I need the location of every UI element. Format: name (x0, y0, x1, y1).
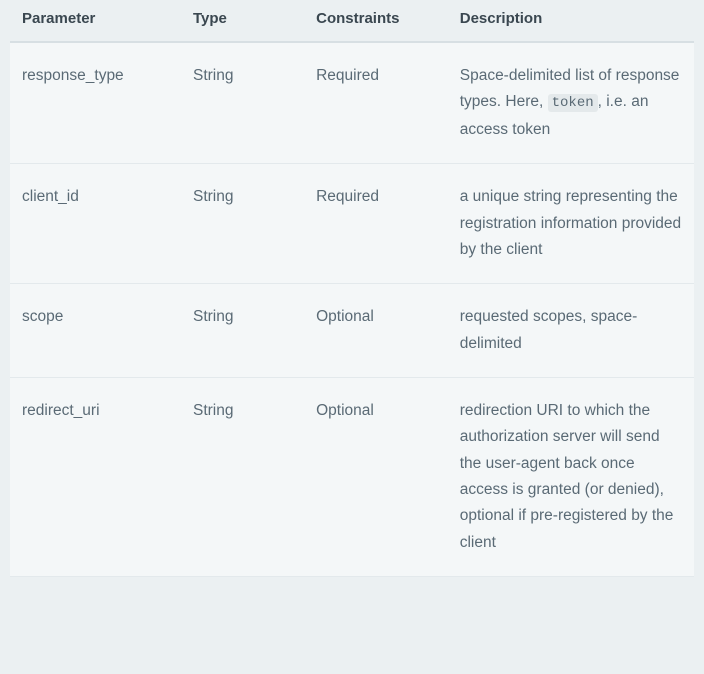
table-row: response_type String Required Space-deli… (10, 42, 694, 164)
cell-constraints: Optional (304, 284, 448, 378)
cell-description: Space-delimited list of response types. … (448, 42, 694, 164)
col-header-description: Description (448, 0, 694, 42)
cell-type: String (181, 284, 304, 378)
cell-description: a unique string representing the registr… (448, 164, 694, 284)
table-row: client_id String Required a unique strin… (10, 164, 694, 284)
table-row: scope String Optional requested scopes, … (10, 284, 694, 378)
col-header-parameter: Parameter (10, 0, 181, 42)
desc-text-pre: redirection URI to which the authorizati… (460, 402, 674, 551)
desc-text-pre: requested scopes, space-delimited (460, 308, 638, 351)
cell-description: requested scopes, space-delimited (448, 284, 694, 378)
cell-constraints: Required (304, 42, 448, 164)
table-row: redirect_uri String Optional redirection… (10, 378, 694, 577)
col-header-constraints: Constraints (304, 0, 448, 42)
parameters-table: Parameter Type Constraints Description r… (10, 0, 694, 577)
cell-constraints: Optional (304, 378, 448, 577)
cell-parameter: scope (10, 284, 181, 378)
col-header-type: Type (181, 0, 304, 42)
cell-type: String (181, 42, 304, 164)
cell-type: String (181, 164, 304, 284)
cell-constraints: Required (304, 164, 448, 284)
cell-type: String (181, 378, 304, 577)
cell-description: redirection URI to which the authorizati… (448, 378, 694, 577)
table-header-row: Parameter Type Constraints Description (10, 0, 694, 42)
desc-text-pre: a unique string representing the registr… (460, 188, 681, 258)
cell-parameter: response_type (10, 42, 181, 164)
cell-parameter: client_id (10, 164, 181, 284)
desc-code: token (548, 94, 598, 112)
cell-parameter: redirect_uri (10, 378, 181, 577)
